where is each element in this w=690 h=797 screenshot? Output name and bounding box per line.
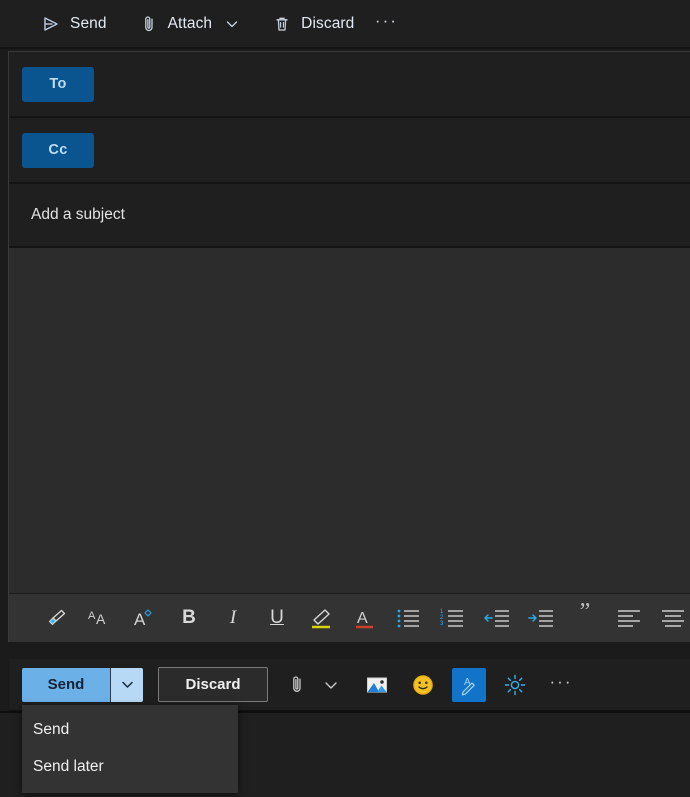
discard-command-label: Discard [301, 14, 355, 32]
svg-text:3: 3 [440, 621, 444, 627]
to-field-row[interactable]: To [9, 52, 690, 118]
discard-command-button[interactable]: Discard [263, 7, 363, 41]
formatting-toolbar: AA A B I U A 123 ” [9, 594, 690, 642]
signature-icon[interactable]: A [452, 667, 486, 702]
chevron-down-icon[interactable] [224, 16, 240, 32]
font-color-icon[interactable]: A [343, 598, 387, 638]
numbered-list-icon[interactable]: 123 [431, 598, 475, 638]
format-painter-icon[interactable] [35, 598, 79, 638]
svg-text:A: A [88, 610, 96, 622]
paperclip-icon[interactable] [280, 668, 314, 702]
svg-text:A: A [96, 611, 106, 627]
italic-icon[interactable]: I [211, 598, 255, 638]
paperclip-icon [139, 14, 159, 34]
discard-button[interactable]: Discard [158, 667, 268, 702]
menu-item-send-later[interactable]: Send later [22, 748, 238, 785]
send-options-chevron-down-icon[interactable] [111, 667, 143, 702]
attach-command-button[interactable]: Attach [130, 7, 250, 41]
bold-icon[interactable]: B [167, 598, 211, 638]
bottom-action-bar: Send Discard A ··· [9, 659, 690, 711]
svg-text:A: A [357, 610, 368, 627]
send-button[interactable]: Send [22, 667, 111, 702]
decrease-indent-icon[interactable] [475, 598, 519, 638]
send-split-button[interactable]: Send [22, 667, 143, 702]
clear-formatting-icon[interactable]: A [123, 598, 167, 638]
send-command-button[interactable]: Send [32, 7, 116, 41]
quote-icon[interactable]: ” [563, 594, 607, 642]
cc-pill-button[interactable]: Cc [22, 132, 94, 168]
subject-field-row[interactable]: Add a subject [9, 184, 690, 248]
align-center-icon[interactable] [651, 598, 690, 638]
to-pill-button[interactable]: To [22, 66, 94, 102]
attach-command-label: Attach [167, 14, 213, 32]
send-command-label: Send [70, 14, 107, 32]
underline-icon[interactable]: U [255, 598, 299, 638]
ink-sun-icon[interactable] [498, 668, 532, 702]
insert-picture-icon[interactable] [360, 668, 394, 702]
more-commands-button[interactable]: ··· [371, 9, 401, 39]
emoji-icon[interactable] [406, 668, 440, 702]
trash-icon [272, 14, 292, 34]
more-options-button[interactable]: ··· [544, 667, 578, 703]
to-input[interactable] [94, 52, 690, 116]
increase-indent-icon[interactable] [519, 598, 563, 638]
subject-input[interactable]: Add a subject [31, 206, 125, 224]
svg-text:A: A [134, 610, 146, 629]
svg-text:A: A [464, 677, 471, 688]
top-command-bar: Send Attach Discard ··· [0, 0, 690, 49]
send-plane-icon [41, 14, 61, 34]
attach-options-chevron-down-icon[interactable] [314, 668, 348, 702]
cc-field-row[interactable]: Cc [9, 118, 690, 184]
align-left-icon[interactable] [607, 598, 651, 638]
highlight-icon[interactable] [299, 598, 343, 638]
font-size-icon[interactable]: AA [79, 598, 123, 638]
compose-panel: To Cc Add a subject AA A B I U A 1 2 3 ” [8, 51, 690, 642]
send-options-menu: Send Send later [22, 705, 238, 793]
message-body-editor[interactable] [9, 248, 690, 594]
cc-input[interactable] [94, 118, 690, 182]
menu-item-send[interactable]: Send [22, 711, 238, 748]
bulleted-list-icon[interactable] [387, 598, 431, 638]
